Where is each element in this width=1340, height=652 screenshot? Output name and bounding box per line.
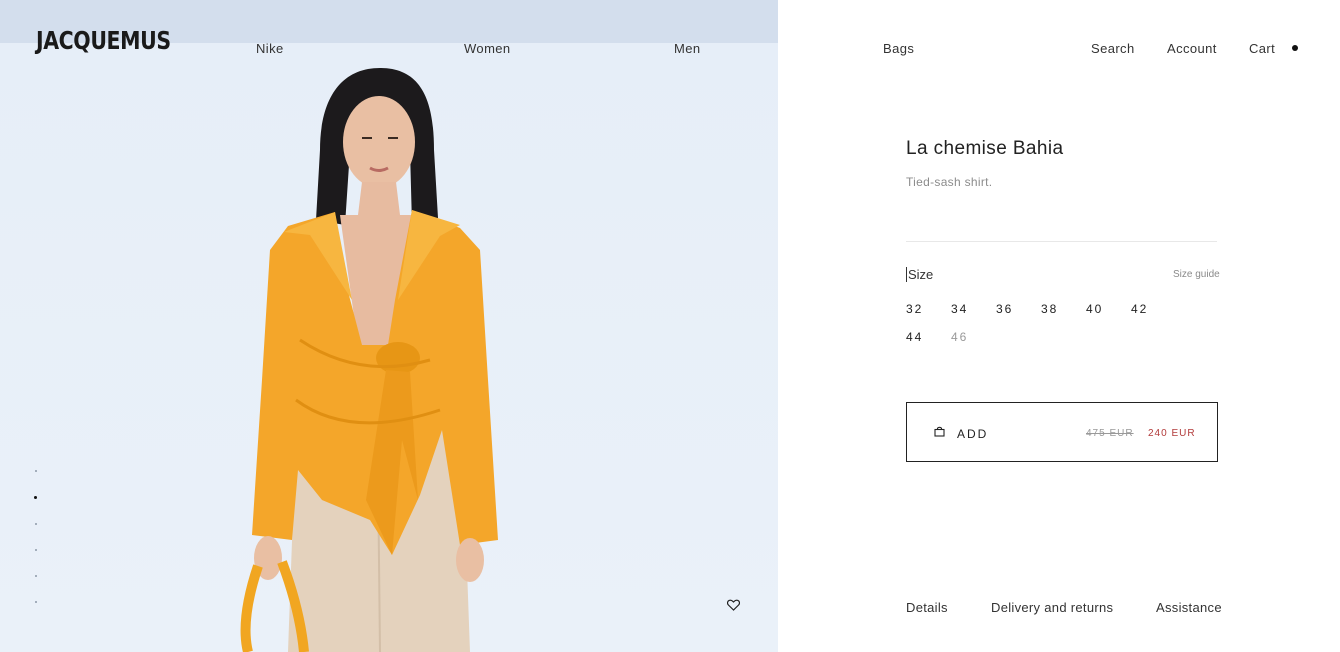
brand-logo[interactable]: JACQUEMUS: [36, 26, 171, 55]
add-to-cart-button[interactable]: ADD 475 EUR 240 EUR: [906, 402, 1218, 462]
model-figure: [240, 68, 498, 652]
product-subtitle: Tied-sash shirt.: [906, 175, 993, 189]
size-option-36[interactable]: 36: [996, 302, 1041, 326]
size-option-42[interactable]: 42: [1131, 302, 1176, 326]
gallery-dot[interactable]: [35, 601, 37, 603]
divider: [906, 241, 1217, 242]
add-label: ADD: [957, 427, 989, 441]
size-option-38[interactable]: 38: [1041, 302, 1086, 326]
delivery-returns-link[interactable]: Delivery and returns: [991, 600, 1113, 615]
heart-icon: [726, 599, 740, 611]
shopping-bag-icon: [934, 426, 945, 437]
details-link[interactable]: Details: [906, 600, 948, 615]
gallery-dot[interactable]: [35, 575, 37, 577]
nav-account[interactable]: Account: [1167, 41, 1217, 56]
size-label: Size: [906, 267, 934, 282]
gallery-pagination: [34, 470, 40, 627]
nav-nike[interactable]: Nike: [256, 41, 284, 56]
sale-price: 240 EUR: [1148, 428, 1196, 439]
size-option-32[interactable]: 32: [906, 302, 951, 326]
size-selector: 32 34 36 38 40 42 44 46: [906, 298, 1196, 354]
gallery-dot[interactable]: [35, 549, 37, 551]
size-option-34[interactable]: 34: [951, 302, 996, 326]
cart-indicator-dot: [1292, 45, 1298, 51]
gallery-dot[interactable]: [34, 496, 37, 499]
size-option-40[interactable]: 40: [1086, 302, 1131, 326]
nav-cart[interactable]: Cart: [1249, 41, 1275, 56]
gallery-dot[interactable]: [35, 523, 37, 525]
nav-women[interactable]: Women: [464, 41, 511, 56]
gallery-dot[interactable]: [35, 470, 37, 472]
add-to-favorites-button[interactable]: [725, 597, 741, 613]
original-price: 475 EUR: [1086, 428, 1134, 439]
size-option-46[interactable]: 46: [951, 330, 996, 354]
product-title: La chemise Bahia: [906, 138, 1064, 159]
nav-bags[interactable]: Bags: [883, 41, 914, 56]
size-guide-link[interactable]: Size guide: [1173, 269, 1220, 280]
nav-men[interactable]: Men: [674, 41, 701, 56]
size-option-44[interactable]: 44: [906, 330, 951, 354]
product-image: [0, 0, 778, 652]
nav-search[interactable]: Search: [1091, 41, 1135, 56]
assistance-link[interactable]: Assistance: [1156, 600, 1222, 615]
